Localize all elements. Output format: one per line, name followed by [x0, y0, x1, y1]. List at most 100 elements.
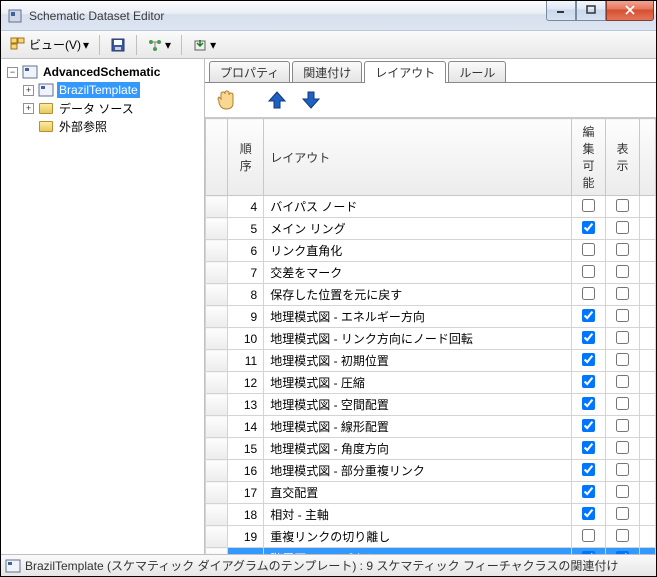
grid-header-seq[interactable]: 順序 [228, 119, 264, 196]
editable-checkbox[interactable] [582, 485, 595, 498]
row-header[interactable] [206, 240, 228, 262]
editable-checkbox[interactable] [582, 287, 595, 300]
cell-editable [572, 328, 606, 350]
show-checkbox[interactable] [616, 441, 629, 454]
table-row[interactable]: 14地理模式図 - 線形配置 [206, 416, 656, 438]
row-header[interactable] [206, 504, 228, 526]
minimize-button[interactable] [546, 1, 576, 21]
tab[interactable]: ルール [448, 61, 506, 82]
show-checkbox[interactable] [616, 265, 629, 278]
tab[interactable]: 関連付け [292, 61, 362, 82]
row-header[interactable] [206, 262, 228, 284]
row-header[interactable] [206, 526, 228, 548]
show-checkbox[interactable] [616, 243, 629, 256]
table-row[interactable]: 7交差をマーク [206, 262, 656, 284]
move-down-button[interactable] [297, 86, 325, 114]
table-row[interactable]: 5メイン リング [206, 218, 656, 240]
editable-checkbox[interactable] [582, 265, 595, 278]
row-header[interactable] [206, 460, 228, 482]
table-row[interactable]: 13地理模式図 - 空間配置 [206, 394, 656, 416]
table-row[interactable]: 9地理模式図 - エネルギー方向 [206, 306, 656, 328]
tree-item[interactable]: 外部参照 [3, 117, 202, 135]
template-icon [38, 83, 54, 97]
cell-editable [572, 526, 606, 548]
show-checkbox[interactable] [616, 485, 629, 498]
row-header[interactable] [206, 372, 228, 394]
editable-checkbox[interactable] [582, 507, 595, 520]
show-checkbox[interactable] [616, 353, 629, 366]
row-header[interactable] [206, 394, 228, 416]
show-checkbox[interactable] [616, 419, 629, 432]
editable-checkbox[interactable] [582, 243, 595, 256]
table-row[interactable]: 4バイパス ノード [206, 196, 656, 218]
tree-item[interactable]: +BrazilTemplate [3, 81, 202, 99]
grid-header-rowselector[interactable] [206, 119, 228, 196]
tab[interactable]: プロパティ [209, 61, 290, 82]
maximize-button[interactable] [576, 1, 606, 21]
tree-root[interactable]: − AdvancedSchematic [3, 63, 202, 81]
table-row[interactable]: 18相対 - 主軸 [206, 504, 656, 526]
save-button[interactable] [105, 34, 131, 56]
row-header[interactable] [206, 416, 228, 438]
hand-tool-button[interactable] [211, 86, 239, 114]
editable-checkbox[interactable] [582, 199, 595, 212]
layout-grid: 順序 レイアウト 編集可能 表示 4バイパス ノード5メイン リング6リンク直角… [205, 118, 656, 554]
show-checkbox[interactable] [616, 375, 629, 388]
import-button[interactable]: ▾ [187, 34, 221, 56]
editable-checkbox[interactable] [582, 463, 595, 476]
row-header[interactable] [206, 438, 228, 460]
editable-checkbox[interactable] [582, 221, 595, 234]
table-row[interactable]: 11地理模式図 - 初期位置 [206, 350, 656, 372]
cell-layout: 保存した位置を元に戻す [264, 284, 572, 306]
row-header[interactable] [206, 482, 228, 504]
row-header[interactable] [206, 218, 228, 240]
show-checkbox[interactable] [616, 529, 629, 542]
row-header[interactable] [206, 284, 228, 306]
tab[interactable]: レイアウト [364, 61, 446, 83]
show-checkbox[interactable] [616, 331, 629, 344]
editable-checkbox[interactable] [582, 419, 595, 432]
expand-icon[interactable]: + [23, 103, 34, 114]
table-row[interactable]: 10地理模式図 - リンク方向にノード回転 [206, 328, 656, 350]
editable-checkbox[interactable] [582, 529, 595, 542]
editable-checkbox[interactable] [582, 353, 595, 366]
expand-icon[interactable]: + [23, 85, 34, 96]
editable-checkbox[interactable] [582, 397, 595, 410]
cell-editable [572, 504, 606, 526]
show-checkbox[interactable] [616, 221, 629, 234]
view-menu-button[interactable]: ビュー(V) ▾ [5, 34, 94, 56]
row-header[interactable] [206, 196, 228, 218]
show-checkbox[interactable] [616, 463, 629, 476]
editable-checkbox[interactable] [582, 375, 595, 388]
cell-editable [572, 372, 606, 394]
table-row[interactable]: 15地理模式図 - 角度方向 [206, 438, 656, 460]
editable-checkbox[interactable] [582, 441, 595, 454]
table-row[interactable]: 19重複リンクの切り離し [206, 526, 656, 548]
row-header[interactable] [206, 306, 228, 328]
table-row[interactable]: 16地理模式図 - 部分重複リンク [206, 460, 656, 482]
grid-header-show[interactable]: 表示 [606, 119, 640, 196]
row-header[interactable] [206, 328, 228, 350]
cell-show [606, 416, 640, 438]
table-row[interactable]: 17直交配置 [206, 482, 656, 504]
row-header[interactable] [206, 350, 228, 372]
table-row[interactable]: 12地理模式図 - 圧縮 [206, 372, 656, 394]
move-up-button[interactable] [263, 86, 291, 114]
show-checkbox[interactable] [616, 287, 629, 300]
close-button[interactable] [606, 1, 654, 21]
tree-item[interactable]: +データ ソース [3, 99, 202, 117]
schematic-tool-button[interactable]: ▾ [142, 34, 176, 56]
editable-checkbox[interactable] [582, 309, 595, 322]
show-checkbox[interactable] [616, 397, 629, 410]
grid-area[interactable]: 順序 レイアウト 編集可能 表示 4バイパス ノード5メイン リング6リンク直角… [205, 117, 656, 554]
grid-header-layout[interactable]: レイアウト [264, 119, 572, 196]
show-checkbox[interactable] [616, 199, 629, 212]
editable-checkbox[interactable] [582, 331, 595, 344]
table-row[interactable]: 6リンク直角化 [206, 240, 656, 262]
show-checkbox[interactable] [616, 309, 629, 322]
show-checkbox[interactable] [616, 507, 629, 520]
table-row[interactable]: 8保存した位置を元に戻す [206, 284, 656, 306]
cell-seq: 5 [228, 218, 264, 240]
grid-header-editable[interactable]: 編集可能 [572, 119, 606, 196]
collapse-icon[interactable]: − [7, 67, 18, 78]
